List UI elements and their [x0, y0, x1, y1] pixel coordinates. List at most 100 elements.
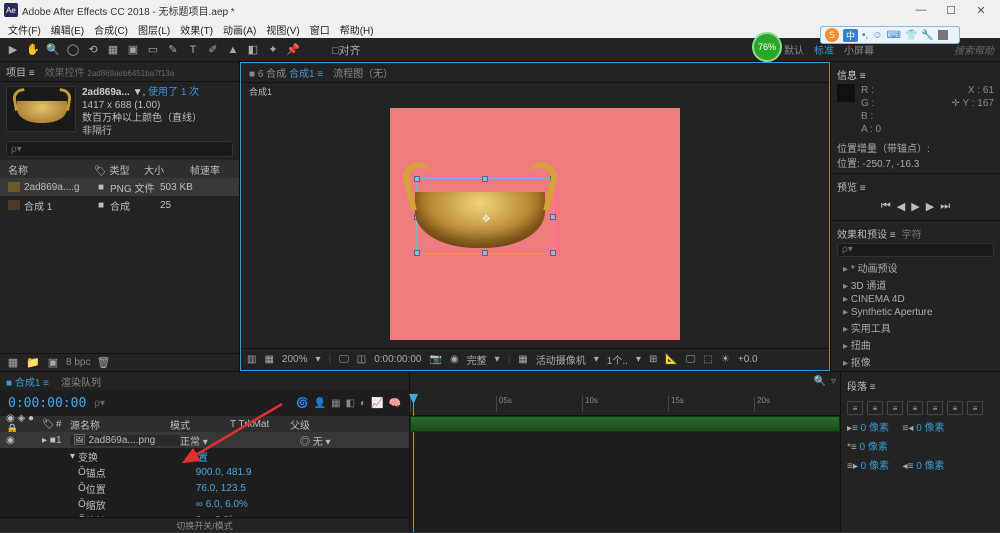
type-tool-icon[interactable]: T	[186, 43, 200, 57]
brain-icon[interactable]: 🧠	[389, 398, 401, 409]
mask-toggle-icon[interactable]: ▥	[247, 354, 256, 365]
project-item[interactable]: 合成 1 ■ 合成 25	[0, 196, 239, 214]
prop-scale[interactable]: Ŏ 缩放∞ 6.0, 6.0%	[0, 496, 409, 512]
zoom-in-icon[interactable]: 🔍	[814, 376, 826, 387]
ime-tool-icon[interactable]: 🔧	[921, 30, 933, 41]
handle-icon[interactable]	[550, 214, 556, 220]
ime-keyboard-icon[interactable]: ⌨	[887, 30, 901, 41]
zoom-dropdown[interactable]: 200%	[282, 354, 308, 365]
3d-icon[interactable]: ⬚	[703, 354, 712, 365]
layout-standard[interactable]: 标准	[814, 42, 834, 57]
play-icon[interactable]: ▶	[911, 200, 919, 213]
menu-view[interactable]: 视图(V)	[262, 22, 303, 37]
frame-blend-icon[interactable]: ◧	[346, 398, 355, 409]
effect-category[interactable]: CINEMA 4D	[843, 293, 988, 306]
timeline-tracks[interactable]: 🔍 ▿ 05s 10s 15s 20s	[410, 372, 840, 533]
tab-info[interactable]: 信息 ≡	[837, 67, 866, 82]
col-fps[interactable]: 帧速率	[190, 162, 220, 177]
prop-anchor[interactable]: Ŏ 锚点900.0, 481.9	[0, 464, 409, 480]
layout-small[interactable]: 小屏幕	[844, 42, 874, 57]
puppet-tool-icon[interactable]: 📌	[286, 43, 300, 57]
tab-render-queue[interactable]: 渲染队列	[61, 374, 101, 389]
camera-tool-icon[interactable]: ▦	[106, 43, 120, 57]
time-display[interactable]: 0:00:00:00	[374, 354, 421, 365]
first-frame-icon[interactable]: ⏮	[881, 200, 891, 213]
menu-effect[interactable]: 效果(T)	[176, 22, 217, 37]
menu-edit[interactable]: 编辑(E)	[47, 22, 88, 37]
show-snapshot-icon[interactable]: ◉	[450, 354, 459, 365]
search-help[interactable]: 搜索帮助	[954, 42, 994, 57]
transform-group[interactable]: ▾ 变换 重置	[0, 448, 409, 464]
new-folder-icon[interactable]: 📁	[26, 356, 40, 370]
exposure-icon[interactable]: ☀	[721, 354, 730, 365]
tab-timeline-comp[interactable]: ■ 合成1 ≡	[6, 374, 49, 389]
selection-tool-icon[interactable]: ▶	[6, 43, 20, 57]
project-item[interactable]: 2ad869a....g ■ PNG 文件 503 KB	[0, 178, 239, 196]
current-time[interactable]: 0:00:00:00	[8, 396, 86, 411]
anchor-icon[interactable]: ✥	[482, 214, 490, 225]
exposure-value[interactable]: +0.0	[738, 354, 758, 365]
close-button[interactable]: ✕	[966, 4, 996, 17]
guides-icon[interactable]: ⊞	[649, 354, 657, 365]
layer-track[interactable]	[410, 416, 840, 432]
views-dropdown[interactable]: 1个..	[607, 352, 628, 367]
handle-icon[interactable]	[414, 250, 420, 256]
zoom-tool-icon[interactable]: 🔍	[46, 43, 60, 57]
orbit-tool-icon[interactable]: ◯	[66, 43, 80, 57]
align-right-icon[interactable]: ≡	[887, 401, 903, 415]
brush-tool-icon[interactable]: ✐	[206, 43, 220, 57]
safe-icon[interactable]: 🖵	[686, 354, 696, 365]
prop-position[interactable]: Ŏ 位置76.0, 123.5	[0, 480, 409, 496]
grid-toggle-icon[interactable]: ▦	[264, 354, 273, 365]
menu-comp[interactable]: 合成(C)	[90, 22, 132, 37]
effect-category[interactable]: 抠像	[843, 353, 988, 370]
next-frame-icon[interactable]: ▶	[926, 200, 934, 213]
menu-layer[interactable]: 图层(L)	[134, 22, 174, 37]
ime-toolbar[interactable]: S 中 •, ☺ ⌨ 👕 🔧	[820, 26, 960, 44]
pan-behind-icon[interactable]: ▣	[126, 43, 140, 57]
justify-right-icon[interactable]: ≡	[947, 401, 963, 415]
prev-frame-icon[interactable]: ◀	[897, 200, 905, 213]
graph-icon[interactable]: 📈	[371, 398, 383, 409]
justify-left-icon[interactable]: ≡	[907, 401, 923, 415]
camera-dropdown[interactable]: 活动摄像机	[536, 352, 586, 367]
comp-breadcrumb[interactable]: 合成1	[249, 85, 272, 98]
bpc-toggle[interactable]: 8 bpc	[66, 357, 90, 368]
snap-toggle[interactable]: □对齐	[332, 43, 361, 57]
comp-marker-icon[interactable]: ▿	[831, 376, 836, 387]
effect-category[interactable]: Synthetic Aperture	[843, 306, 988, 319]
align-center-icon[interactable]: ≡	[867, 401, 883, 415]
draft3d-icon[interactable]: ▦	[331, 398, 340, 409]
handle-icon[interactable]	[550, 250, 556, 256]
effect-category[interactable]: 实用工具	[843, 319, 988, 336]
menu-anim[interactable]: 动画(A)	[219, 22, 260, 37]
toggle-switches[interactable]: 切换开关/模式	[0, 517, 409, 533]
res-icon[interactable]: 🖵	[339, 354, 349, 365]
maximize-button[interactable]: ☐	[936, 4, 966, 17]
layout-default[interactable]: 默认	[784, 42, 804, 57]
project-search-input[interactable]: ρ▾	[6, 141, 233, 157]
effect-category[interactable]: * 动画预设	[843, 259, 988, 276]
ime-punct-icon[interactable]: •,	[862, 30, 868, 41]
menu-window[interactable]: 窗口	[306, 22, 334, 37]
effect-category[interactable]: 扭曲	[843, 336, 988, 353]
justify-all-icon[interactable]: ≡	[967, 401, 983, 415]
minimize-button[interactable]: —	[906, 4, 936, 16]
timeline-layer-row[interactable]: ◉ ▸ ■ 1 🖼 2ad869a....png 正常 ▾ ◎ 无 ▾	[0, 432, 409, 448]
playhead[interactable]	[413, 394, 414, 533]
tab-project[interactable]: 项目 ≡	[6, 64, 35, 79]
col-type[interactable]: 类型	[109, 162, 129, 177]
viewport[interactable]: ✥	[241, 99, 829, 348]
quality-dropdown[interactable]: 完整	[467, 352, 487, 367]
roto-tool-icon[interactable]: ✦	[266, 43, 280, 57]
handle-icon[interactable]	[482, 250, 488, 256]
last-frame-icon[interactable]: ⏭	[940, 200, 950, 213]
channel-icon[interactable]: ◫	[357, 354, 366, 365]
handle-icon[interactable]	[482, 176, 488, 182]
ime-skin-icon[interactable]: 👕	[905, 30, 917, 41]
pen-tool-icon[interactable]: ✎	[166, 43, 180, 57]
col-name[interactable]: 名称	[8, 162, 94, 177]
comp-mini-icon[interactable]: 🌀	[296, 398, 308, 409]
menu-help[interactable]: 帮助(H)	[336, 22, 378, 37]
ime-emoji-icon[interactable]: ☺	[872, 30, 882, 41]
